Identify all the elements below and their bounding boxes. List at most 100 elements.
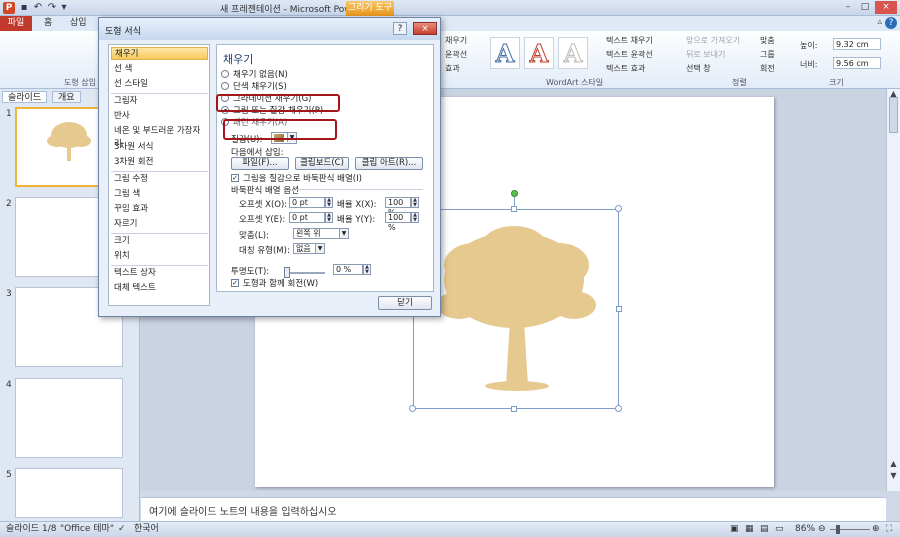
minimize-button[interactable]: – — [840, 1, 856, 14]
offset-x-spinner-icon[interactable]: ▲ ▼ — [325, 197, 333, 208]
close-button[interactable]: × — [875, 1, 897, 14]
resize-handle-top-right[interactable] — [615, 205, 622, 212]
bring-forward-button[interactable]: 앞으로 가져오기 — [686, 35, 740, 46]
nav-item-size[interactable]: 크기 — [111, 235, 208, 248]
transparency-spinner-icon[interactable]: ▲ ▼ — [363, 264, 371, 275]
ribbon-minimize-icon[interactable]: ▵ — [877, 17, 882, 27]
offset-y-spinner-icon[interactable]: ▲ ▼ — [325, 212, 333, 223]
shape-fill-button[interactable]: 채우기 — [445, 35, 467, 46]
zoom-in-icon[interactable]: ⊕ — [872, 522, 880, 537]
group-label-arrange: 정렬 — [732, 78, 747, 87]
nav-item-3d-format[interactable]: 3차원 서식 — [111, 141, 208, 154]
tab-home[interactable]: 홈 — [44, 16, 52, 31]
reading-view-icon[interactable]: ▤ — [760, 522, 769, 537]
scrollbar-thumb[interactable] — [889, 97, 898, 133]
wordart-style-1[interactable]: A — [490, 37, 520, 69]
text-fill-button[interactable]: 텍스트 채우기 — [606, 35, 653, 46]
language[interactable]: 한국어 — [134, 522, 159, 537]
offset-y-input[interactable]: 0 pt — [289, 212, 325, 223]
nav-item-text-box[interactable]: 텍스트 상자 — [111, 267, 208, 280]
nav-item-glow-soft-edges[interactable]: 네온 및 부드러운 가장자리 — [111, 125, 208, 149]
nav-item-position[interactable]: 위치 — [111, 250, 208, 263]
zoom-level[interactable]: 86% — [795, 522, 815, 537]
tab-insert[interactable]: 삽입 — [70, 16, 87, 31]
rotate-with-shape-checkbox[interactable]: ✓ — [231, 279, 239, 287]
resize-handle-bottom-right[interactable] — [615, 405, 622, 412]
text-outline-button[interactable]: 텍스트 윤곽선 — [606, 49, 653, 60]
scale-x-input[interactable]: 100 % — [385, 197, 411, 217]
quick-access-dropdown-icon[interactable]: ▾ — [58, 2, 70, 14]
notes-pane[interactable]: 여기에 슬라이드 노트의 내용을 입력하십시오 — [141, 497, 886, 521]
resize-handle-right[interactable] — [616, 306, 622, 312]
transparency-slider[interactable] — [287, 272, 325, 274]
wordart-style-2[interactable]: A — [524, 37, 554, 69]
nav-item-line-color[interactable]: 선 색 — [111, 63, 208, 76]
slideshow-view-icon[interactable]: ▭ — [775, 522, 784, 537]
zoom-slider-thumb[interactable] — [836, 525, 840, 534]
theme-name[interactable]: "Office 테마" — [60, 522, 114, 537]
selected-tree-shape[interactable] — [413, 209, 619, 409]
tile-picture-checkbox[interactable]: ✓ — [231, 174, 239, 182]
maximize-button[interactable]: □ — [857, 1, 873, 14]
powerpoint-app-icon[interactable]: P — [3, 2, 15, 14]
dialog-title-bar[interactable]: 도형 서식 ? × — [99, 18, 440, 40]
shape-effects-button[interactable]: 효과 — [445, 63, 460, 74]
insert-clipart-button[interactable]: 클립 아트(R)... — [355, 157, 423, 170]
transparency-input[interactable]: 0 % — [333, 264, 363, 275]
insert-file-button[interactable]: 파일(F)... — [231, 157, 289, 170]
dialog-help-button[interactable]: ? — [393, 22, 407, 35]
tab-outline[interactable]: 개요 — [52, 91, 81, 103]
save-icon[interactable]: ▪ — [18, 2, 30, 14]
width-input[interactable]: 9.56 cm — [833, 57, 881, 69]
radio-solid-fill[interactable] — [221, 82, 229, 90]
spelling-check-icon[interactable]: ✓ — [118, 522, 126, 537]
scale-x-spinner-icon[interactable]: ▲ ▼ — [411, 197, 419, 208]
dialog-close-button[interactable]: × — [413, 22, 437, 35]
tab-file[interactable]: 파일 — [0, 16, 32, 31]
group-button[interactable]: 그룹 — [760, 49, 775, 60]
offset-x-input[interactable]: 0 pt — [289, 197, 325, 208]
resize-handle-bottom[interactable] — [511, 406, 517, 412]
slide-thumbnail-5[interactable] — [15, 468, 123, 518]
resize-handle-bottom-left[interactable] — [409, 405, 416, 412]
shape-outline-button[interactable]: 윤곽선 — [445, 49, 467, 60]
help-icon[interactable]: ? — [885, 17, 897, 29]
nav-item-3d-rotation[interactable]: 3차원 회전 — [111, 156, 208, 169]
mirror-type-select[interactable]: 없음 ▼ — [293, 243, 325, 254]
normal-view-icon[interactable]: ▣ — [730, 522, 739, 537]
wordart-style-3[interactable]: A — [558, 37, 588, 69]
nav-item-artistic-effects[interactable]: 꾸밈 효과 — [111, 203, 208, 216]
height-input[interactable]: 9.32 cm — [833, 38, 881, 50]
nav-item-crop[interactable]: 자르기 — [111, 218, 208, 231]
rotation-handle[interactable] — [511, 190, 518, 197]
text-effects-button[interactable]: 텍스트 효과 — [606, 63, 645, 74]
nav-item-picture-color[interactable]: 그림 색 — [111, 188, 208, 201]
align-button[interactable]: 맞춤 — [760, 35, 775, 46]
slide-thumbnail-4[interactable] — [15, 378, 123, 458]
rotate-button[interactable]: 회전 — [760, 63, 775, 74]
next-slide-icon[interactable]: ▼ — [889, 471, 898, 480]
redo-icon[interactable]: ↷ — [46, 2, 58, 14]
nav-item-shadow[interactable]: 그림자 — [111, 95, 208, 108]
nav-item-line-style[interactable]: 선 스타일 — [111, 78, 208, 91]
dialog-close-text-button[interactable]: 닫기 — [378, 296, 432, 310]
previous-slide-icon[interactable]: ▲ — [889, 459, 898, 468]
scale-y-input[interactable]: 100 % — [385, 212, 411, 232]
tab-slides[interactable]: 슬라이드 — [2, 91, 48, 103]
alignment-select[interactable]: 왼쪽 위 ▼ — [293, 228, 349, 239]
insert-clipboard-button[interactable]: 클립보드(C) — [295, 157, 349, 170]
slide-sorter-view-icon[interactable]: ▦ — [745, 522, 754, 537]
send-backward-button[interactable]: 뒤로 보내기 — [686, 49, 725, 60]
nav-item-picture-corrections[interactable]: 그림 수정 — [111, 173, 208, 186]
nav-item-reflection[interactable]: 반사 — [111, 110, 208, 123]
selection-pane-button[interactable]: 선택 창 — [686, 63, 711, 74]
vertical-scrollbar[interactable]: ▲ ▲ ▼ — [886, 89, 900, 491]
undo-icon[interactable]: ↶ — [32, 2, 44, 14]
fit-to-window-icon[interactable]: ⛶ — [886, 522, 892, 537]
radio-no-fill[interactable] — [221, 70, 229, 78]
scale-y-spinner-icon[interactable]: ▲ ▼ — [411, 212, 419, 223]
nav-item-fill[interactable]: 채우기 — [111, 47, 208, 60]
resize-handle-top[interactable] — [511, 206, 517, 212]
nav-item-alt-text[interactable]: 대체 텍스트 — [111, 282, 208, 295]
zoom-out-icon[interactable]: ⊖ — [818, 522, 826, 537]
